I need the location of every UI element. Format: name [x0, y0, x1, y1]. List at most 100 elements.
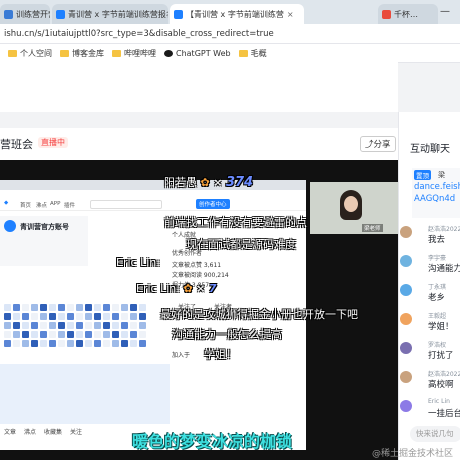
contribution-cell [4, 304, 11, 311]
contribution-cell [76, 322, 83, 329]
bookmark-maogai[interactable]: 毛概 [238, 48, 267, 59]
contribution-cell [31, 322, 38, 329]
contribution-cell [13, 322, 20, 329]
window-minimize-icon[interactable]: — [440, 6, 450, 17]
chat-input[interactable]: 快来说几句 [410, 426, 460, 442]
contribution-cell [31, 304, 38, 311]
contribution-cell [49, 313, 56, 320]
presenter-face [344, 196, 358, 212]
danmu-message: 沟通能力一般怎么提高 [172, 328, 282, 341]
chat-message-text: 打扰了 [428, 351, 454, 361]
contribution-cell [31, 331, 38, 338]
contribution-cell [22, 313, 29, 320]
contribution-cell [49, 322, 56, 329]
pinned-link-2[interactable]: AAGQn4d [414, 194, 455, 204]
folder-icon [238, 49, 248, 57]
contribution-cell [76, 340, 83, 347]
chat-avatar[interactable] [400, 400, 412, 412]
chat-avatar[interactable] [400, 313, 412, 325]
contribution-cell [103, 331, 110, 338]
lyric-caption: 暖色的梦变冰凉的枷锁 [132, 432, 293, 451]
chat-username: 赵浩浩2022 [428, 371, 460, 378]
pinned-user: 梁 [438, 171, 445, 179]
contribution-cell [121, 340, 128, 347]
chat-username: 丁永琪 [428, 284, 447, 291]
shared-menu-pins: 沸点 [36, 203, 48, 209]
bookmark-chatgpt[interactable]: ChatGPT Web [164, 49, 231, 58]
tab-favicon-icon [382, 9, 391, 19]
browser-tab-3-active[interactable]: 【青训营 x 字节前端训练营 × [170, 4, 304, 24]
chat-username: 赵浩浩2022 [428, 226, 460, 233]
contribution-cell [22, 322, 29, 329]
contribution-cell [103, 313, 110, 320]
contribution-cell [49, 331, 56, 338]
browser-tab-2[interactable]: 青训营 x 字节前端训练营报名开 × [52, 4, 168, 24]
contribution-cell [40, 331, 47, 338]
chat-avatar[interactable] [400, 342, 412, 354]
chat-message-text: 高校啊 [428, 380, 454, 390]
contribution-cell [130, 322, 137, 329]
contribution-cell [22, 331, 29, 338]
close-tab-icon[interactable]: × [287, 10, 294, 19]
folder-icon [8, 49, 17, 57]
contribution-cell [130, 304, 137, 311]
share-icon: ⤴ [365, 140, 374, 150]
share-button[interactable]: ⤴分享 [360, 136, 396, 152]
contribution-cell [121, 322, 128, 329]
contribution-cell [139, 340, 146, 347]
tab-favicon-icon [4, 9, 13, 19]
chat-avatar[interactable] [400, 284, 412, 296]
contribution-cell [85, 331, 92, 338]
chat-avatar[interactable] [400, 226, 412, 238]
danmu-message: Eric Lin: [116, 256, 160, 269]
browser-tab-4[interactable]: 千杯… [378, 4, 438, 24]
contribution-cell [58, 304, 65, 311]
contribution-cell [112, 331, 119, 338]
contribution-cell [76, 313, 83, 320]
chat-message-text: 我去 [428, 235, 446, 245]
contribution-cell [130, 313, 137, 320]
address-bar[interactable]: ishu.cn/s/1iutaiujpttl0?src_type=3&disab… [0, 24, 460, 44]
contribution-cell [67, 304, 74, 311]
contribution-cell [4, 331, 11, 338]
contribution-cell [130, 340, 137, 347]
contribution-cell [13, 313, 20, 320]
contribution-cell [112, 304, 119, 311]
bookmark-personal[interactable]: 个人空间 [8, 48, 52, 59]
contribution-cell [112, 322, 119, 329]
bookmark-blog[interactable]: 博客金库 [60, 48, 104, 59]
shared-search-box [90, 200, 162, 209]
watermark: @稀土掘金技术社区 [372, 449, 454, 459]
contribution-cell [94, 313, 101, 320]
browser-tab-1[interactable]: 训练营开营 [0, 4, 50, 24]
danmu-message: 阳若愚 ✿ × 374 [164, 175, 254, 190]
contribution-cell [103, 304, 110, 311]
pinned-link[interactable]: dance.feishu. [414, 182, 460, 192]
contribution-cell [76, 331, 83, 338]
contribution-cell [85, 322, 92, 329]
contribution-cell [94, 322, 101, 329]
chat-avatar[interactable] [400, 255, 412, 267]
contribution-cell [121, 304, 128, 311]
folder-icon [60, 49, 69, 57]
shared-browser-tabs [0, 180, 306, 190]
tab-favicon-icon [56, 9, 65, 19]
contribution-cell [13, 331, 20, 338]
shared-menu-app: APP [50, 201, 61, 207]
shared-join-date: 加入于 [172, 352, 191, 359]
contribution-cell [139, 322, 146, 329]
pinned-badge: 置顶 [414, 170, 431, 180]
contribution-cell [4, 322, 11, 329]
chat-avatar[interactable] [400, 371, 412, 383]
contribution-cell [4, 340, 11, 347]
shared-creator-button: 创作者中心 [196, 199, 230, 209]
camera-feed [310, 182, 398, 234]
bookmark-bilibili[interactable]: 哔哩哔哩 [112, 48, 156, 59]
shared-account-name: 青训营官方账号 [20, 223, 69, 231]
contribution-cell [130, 331, 137, 338]
contribution-cell [49, 340, 56, 347]
contribution-cell [49, 304, 56, 311]
contribution-cell [94, 340, 101, 347]
tab-favicon-icon [174, 9, 183, 19]
contribution-cell [121, 313, 128, 320]
